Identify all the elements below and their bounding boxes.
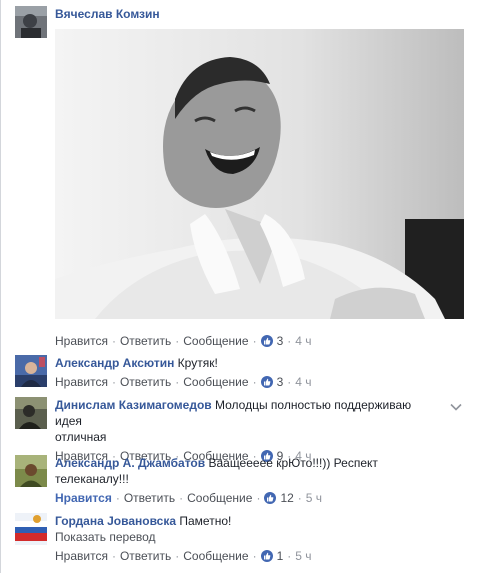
comment-text-cont: отличная [55,430,107,444]
comment-author[interactable]: Александр Аксютин [55,356,174,370]
comment-text-cont: телеканалу!!! [55,472,129,486]
comment-author[interactable]: Вячеслав Комзин [55,7,160,21]
like-count[interactable]: 3 [277,334,284,348]
comment-5: Гордана Јовановска Паметно! Показать пер… [0,513,481,568]
comment-actions: Нравится · Ответить · Сообщение · 12 · 5 ч [55,491,323,505]
comment-time[interactable]: 4 ч [295,375,311,389]
comment-text: Крутяк! [177,356,218,370]
reply-button[interactable]: Ответить [124,491,175,505]
like-button[interactable]: Нравится [55,491,112,505]
like-count[interactable]: 3 [277,375,284,389]
avatar[interactable] [15,513,47,545]
comment-author[interactable]: Гордана Јовановска [55,514,176,528]
comment-time[interactable]: 4 ч [295,334,311,348]
like-icon [260,550,273,562]
like-count[interactable]: 1 [277,549,284,563]
like-button[interactable]: Нравится [55,334,108,348]
reply-button[interactable]: Ответить [120,375,171,389]
avatar[interactable] [15,397,47,429]
like-icon [260,335,273,347]
comment-body: Александр Аксютин Крутяк! Нравится · Ответ… [55,355,467,390]
comment-text: Ваащеееее крЮто!!!)) Респект [208,456,378,470]
comment-body: Динислам Казимагомедов Молодцы полностью… [55,397,441,464]
like-count[interactable]: 12 [280,491,293,505]
message-button[interactable]: Сообщение [183,375,248,389]
comment-author[interactable]: Динислам Казимагомедов [55,398,212,412]
comment-3: Динислам Казимагомедов Молодцы полностью… [0,397,481,463]
comment-actions: Нравится · Ответить · Сообщение · 3 · 4 ч [55,334,312,348]
comment-photo[interactable] [55,29,464,319]
like-icon [264,492,277,504]
message-button[interactable]: Сообщение [183,334,248,348]
comment-body: Александр А. Джамбатов Ваащеееее крЮто!!… [55,455,467,506]
comment-author[interactable]: Александр А. Джамбатов [55,456,205,470]
avatar[interactable] [15,455,47,487]
see-translation-link[interactable]: Показать перевод [55,530,156,544]
avatar[interactable] [15,6,47,38]
avatar[interactable] [15,355,47,387]
chevron-down-icon[interactable] [449,400,463,414]
reply-button[interactable]: Ответить [120,549,171,563]
comment-actions: Нравится · Ответить · Сообщение · 3 · 4 ч [55,375,312,389]
like-button[interactable]: Нравится [55,375,108,389]
comment-time[interactable]: 5 ч [295,549,311,563]
comment-1: Вячеслав Комзин Нравится · Ответить · Со… [0,6,481,348]
message-button[interactable]: Сообщение [187,491,252,505]
comment-body: Вячеслав Комзин [55,6,467,22]
comment-body: Гордана Јовановска Паметно! Показать пер… [55,513,467,564]
comment-time[interactable]: 5 ч [306,491,322,505]
message-button[interactable]: Сообщение [183,549,248,563]
comment-2: Александр Аксютин Крутяк! Нравится · Ответ… [0,355,481,393]
comment-actions: Нравится · Ответить · Сообщение · 1 · 5 ч [55,549,312,563]
reply-button[interactable]: Ответить [120,334,171,348]
like-button[interactable]: Нравится [55,549,108,563]
comment-text: Паметно! [179,514,232,528]
comment-4: Александр А. Джамбатов Ваащеееее крЮто!!… [0,455,481,510]
like-icon [260,376,273,388]
